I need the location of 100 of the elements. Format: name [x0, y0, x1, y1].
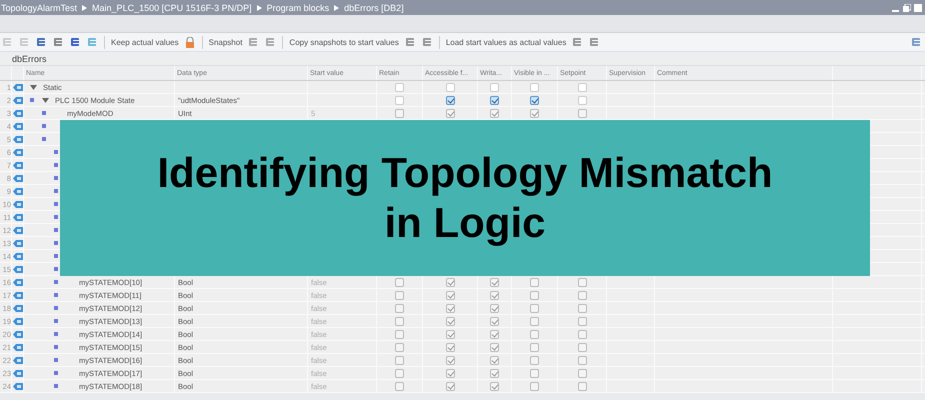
tag-icon	[13, 292, 23, 298]
checkbox[interactable]	[395, 382, 404, 390]
breadcrumb-item[interactable]: Program blocks	[266, 2, 330, 12]
checkbox[interactable]	[446, 330, 454, 338]
checkbox[interactable]	[490, 96, 499, 104]
maximize-icon[interactable]	[914, 4, 922, 12]
lock-icon[interactable]	[184, 36, 196, 48]
checkbox[interactable]	[490, 368, 499, 378]
checkbox[interactable]	[530, 368, 539, 378]
checkbox[interactable]	[530, 382, 539, 390]
checkbox[interactable]	[490, 382, 499, 390]
checkbox[interactable]	[530, 304, 539, 312]
toolbar-icon[interactable]	[53, 37, 64, 47]
checkbox[interactable]	[578, 330, 586, 338]
checkbox[interactable]	[395, 304, 404, 312]
toolbar-label[interactable]: Keep actual values	[111, 38, 179, 46]
tag-icon	[13, 226, 23, 234]
checkbox[interactable]	[490, 304, 499, 312]
checkbox[interactable]	[578, 316, 586, 326]
checkbox[interactable]	[578, 342, 586, 352]
checkbox[interactable]	[446, 342, 454, 352]
tag-icon	[13, 356, 23, 364]
checkbox[interactable]	[530, 278, 539, 286]
checkbox[interactable]	[578, 82, 586, 92]
checkbox[interactable]	[490, 342, 499, 352]
collapse-caret-icon[interactable]	[30, 84, 37, 90]
tag-icon	[13, 136, 23, 142]
restore-icon[interactable]	[903, 4, 911, 12]
checkbox[interactable]	[446, 304, 454, 312]
toolbar-icon[interactable]	[572, 37, 584, 47]
toolbar-label[interactable]: Load start values as actual values	[446, 38, 566, 46]
checkbox[interactable]	[395, 108, 404, 118]
checkbox[interactable]	[446, 108, 454, 118]
checkbox[interactable]	[578, 290, 586, 300]
collapse-caret-icon[interactable]	[42, 98, 49, 102]
breadcrumb-item[interactable]: Main_PLC_1500 [CPU 1516F-3 PN/DP]	[92, 2, 252, 12]
tag-icon	[13, 330, 23, 338]
tag-icon	[13, 96, 23, 104]
checkbox[interactable]	[530, 330, 539, 338]
checkbox[interactable]	[446, 278, 454, 286]
toolbar-icon[interactable]	[265, 37, 276, 47]
checkbox[interactable]	[578, 304, 586, 312]
checkbox[interactable]	[490, 356, 499, 364]
checkbox[interactable]	[530, 108, 539, 118]
checkbox[interactable]	[578, 108, 586, 118]
checkbox[interactable]	[395, 316, 404, 326]
toolbar-icon[interactable]	[87, 37, 98, 47]
checkbox[interactable]	[446, 96, 454, 104]
tag-icon	[13, 174, 23, 182]
checkbox[interactable]	[446, 290, 454, 300]
checkbox[interactable]	[446, 82, 454, 92]
checkbox[interactable]	[490, 108, 499, 118]
checkbox[interactable]	[530, 82, 539, 92]
tag-icon	[13, 318, 23, 324]
toolbar-icon[interactable]	[36, 37, 47, 47]
checkbox[interactable]	[395, 368, 404, 378]
tag-icon	[13, 266, 23, 272]
checkbox[interactable]	[490, 330, 499, 338]
checkbox[interactable]	[395, 356, 404, 364]
checkbox[interactable]	[490, 278, 499, 286]
tag-icon	[13, 252, 23, 260]
tag-icon	[13, 84, 23, 90]
checkbox[interactable]	[578, 278, 586, 286]
checkbox[interactable]	[446, 316, 454, 326]
checkbox[interactable]	[395, 278, 404, 286]
checkbox[interactable]	[395, 342, 404, 352]
checkbox[interactable]	[395, 330, 404, 338]
tag-icon	[13, 110, 23, 116]
toolbar-label[interactable]: Copy snapshots to start values	[289, 38, 399, 46]
checkbox[interactable]	[395, 96, 404, 104]
toolbar-icon[interactable]	[404, 37, 416, 47]
checkbox[interactable]	[530, 316, 539, 326]
checkbox[interactable]	[395, 82, 404, 92]
toolbar-icon[interactable]	[589, 37, 600, 47]
breadcrumb-item[interactable]: TopologyAlarmTest	[1, 2, 78, 12]
checkbox[interactable]	[530, 342, 539, 352]
tag-icon	[13, 200, 23, 208]
checkbox[interactable]	[446, 382, 454, 390]
checkbox[interactable]	[530, 96, 539, 104]
checkbox[interactable]	[530, 290, 539, 300]
toolbar-label[interactable]: Snapshot	[208, 38, 242, 46]
checkbox[interactable]	[578, 382, 586, 390]
checkbox[interactable]	[578, 96, 586, 104]
checkbox[interactable]	[530, 356, 539, 364]
toolbar-icon[interactable]	[422, 37, 433, 47]
block-title: dbErrors	[0, 52, 925, 65]
list-icon[interactable]	[70, 37, 81, 47]
breadcrumb-item[interactable]: dbErrors [DB2]	[344, 2, 404, 12]
checkbox[interactable]	[578, 356, 586, 364]
crumb-arrow-icon	[334, 4, 340, 10]
toolbar-icon[interactable]	[248, 37, 260, 47]
crumb-arrow-icon	[256, 4, 262, 10]
checkbox[interactable]	[490, 82, 499, 92]
banner-title: Identifying Topology Mismatch	[157, 148, 773, 198]
checkbox[interactable]	[446, 368, 454, 378]
checkbox[interactable]	[395, 290, 404, 300]
checkbox[interactable]	[490, 290, 499, 300]
checkbox[interactable]	[578, 368, 586, 378]
checkbox[interactable]	[446, 356, 454, 364]
checkbox[interactable]	[490, 316, 499, 326]
